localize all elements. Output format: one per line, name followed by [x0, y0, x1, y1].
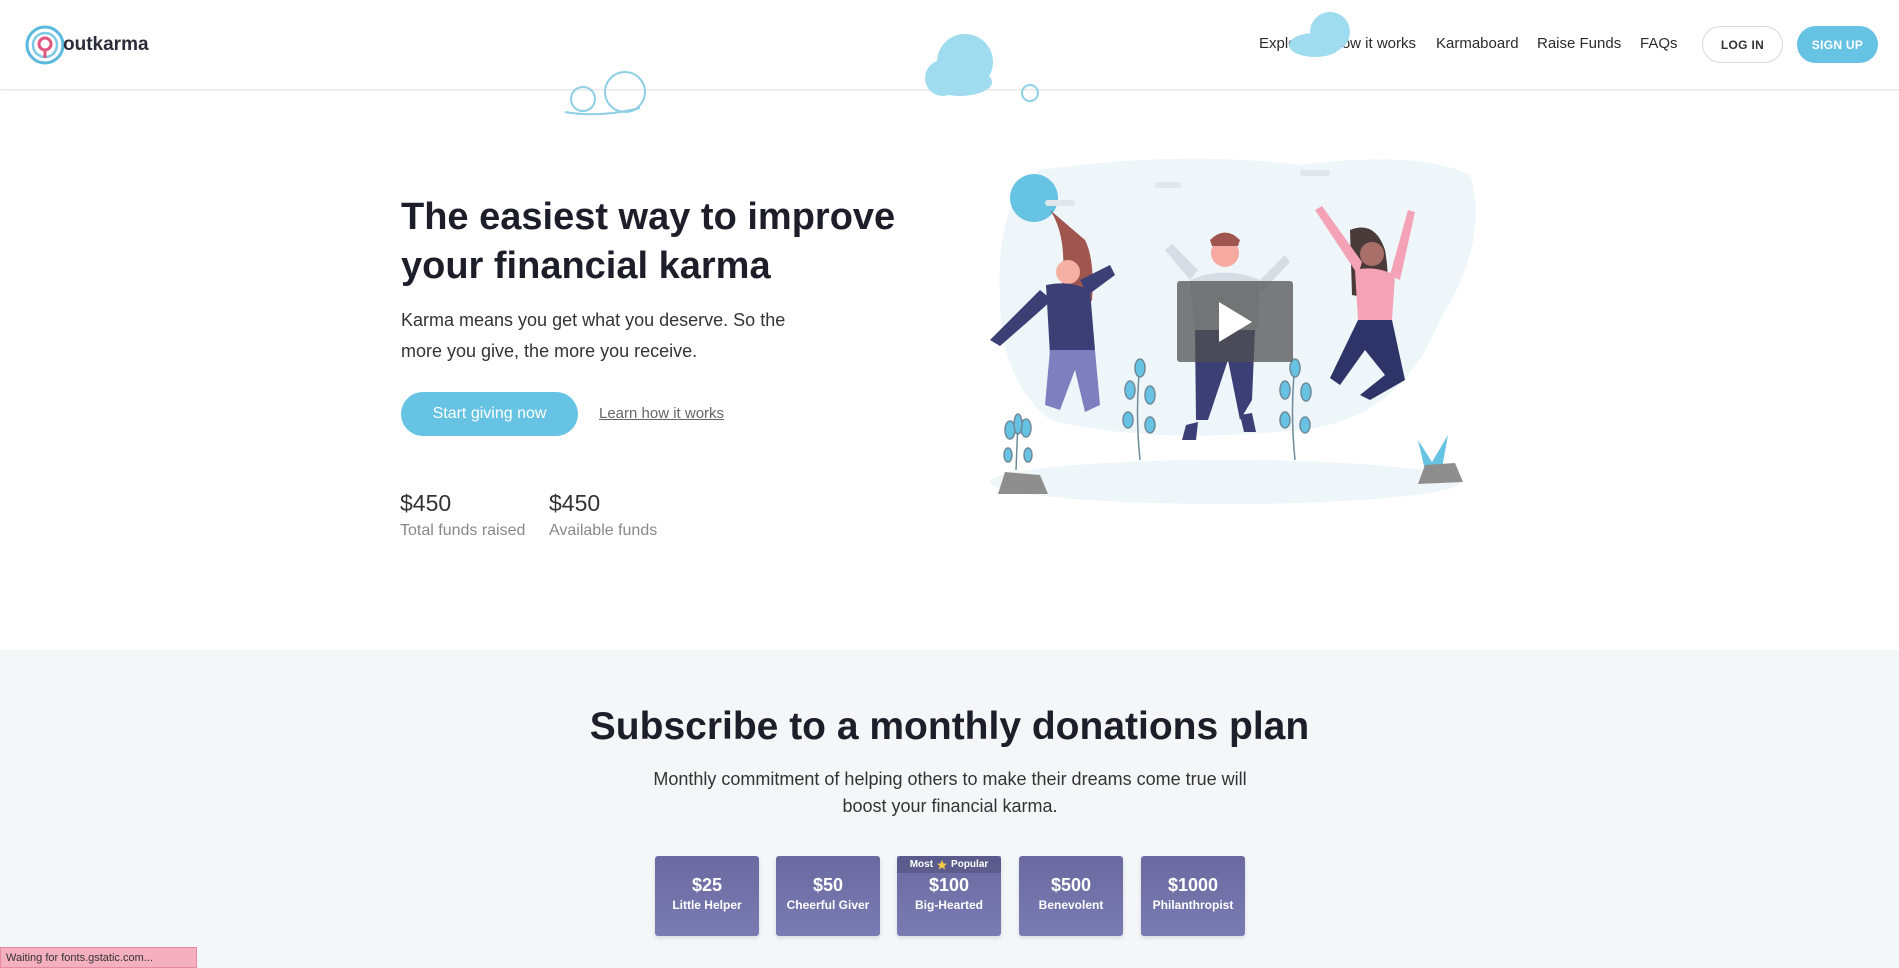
plan-card-500[interactable]: $500 Benevolent [1019, 856, 1123, 936]
subscribe-title: Subscribe to a monthly donations plan [589, 705, 1310, 748]
plan-name: Big-Hearted [914, 898, 983, 912]
plan-amount: $1000 [1167, 875, 1219, 895]
hero-title-line2: your financial karma [401, 245, 771, 287]
plan-name: Cheerful Giver [786, 898, 870, 912]
plan-card-50[interactable]: $50 Cheerful Giver [776, 856, 880, 936]
start-giving-button[interactable]: Start giving now [401, 392, 578, 436]
stat-value: $450 [400, 490, 452, 516]
plan-name: Benevolent [1038, 898, 1104, 912]
plant-center [1122, 358, 1312, 461]
most-popular-badge: Most Popular [897, 856, 1001, 873]
nav-raise-funds[interactable]: Raise Funds [1537, 35, 1621, 52]
stat-available-funds: $450 Available funds [549, 490, 657, 540]
stat-label: Total funds raised [400, 522, 526, 539]
signup-button[interactable]: SIGN UP [1797, 26, 1878, 63]
plan-name: Philanthropist [1152, 898, 1234, 912]
hero-subtitle: Karma means you get what you deserve. So… [401, 305, 821, 367]
stat-label: Available funds [549, 522, 658, 539]
plan-card-1000[interactable]: $1000 Philanthropist [1141, 856, 1245, 936]
subscribe-desc-line1: Monthly commitment of helping others to … [653, 769, 1247, 789]
stat-total-funds: $450 Total funds raised [400, 490, 525, 540]
stat-value: $450 [549, 490, 601, 516]
site-header: outkarma Explore How it works Karmaboard… [0, 0, 1899, 90]
login-button[interactable]: LOG IN [1702, 26, 1783, 63]
badge-text-right: Popular [951, 859, 989, 870]
hero-title: The easiest way to improve your financia… [401, 193, 921, 291]
plan-card-100[interactable]: Most Popular $100 Big-Hearted [897, 856, 1001, 936]
star-icon [937, 859, 948, 869]
badge-text-left: Most [909, 859, 934, 870]
nav-explore[interactable]: Explore [1259, 35, 1310, 52]
plan-amount: $50 [812, 875, 844, 895]
hero-title-line1: The easiest way to improve [401, 196, 896, 238]
plant-left [1003, 413, 1033, 471]
nav-karmaboard[interactable]: Karmaboard [1436, 35, 1519, 52]
person-right [1315, 206, 1415, 400]
rock-left [998, 472, 1048, 494]
ground-shadow [990, 460, 1460, 504]
nav-faqs[interactable]: FAQs [1640, 35, 1678, 52]
nav-how-it-works[interactable]: How it works [1331, 35, 1416, 52]
plan-amount: $25 [691, 875, 723, 895]
plan-name: Little Helper [672, 898, 742, 912]
subscribe-description: Monthly commitment of helping others to … [640, 766, 1260, 820]
hero-subtitle-line1: Karma means you get what you deserve. So… [401, 310, 786, 330]
sun-circle [1010, 174, 1058, 222]
plan-amount: $500 [1050, 875, 1092, 895]
browser-status-bar: Waiting for fonts.gstatic.com... [0, 947, 197, 968]
rock-right [1418, 463, 1463, 484]
plant-right [1418, 435, 1448, 470]
person-left [990, 210, 1115, 412]
subscribe-desc-line2: boost your financial karma. [842, 796, 1058, 816]
plan-amount: $100 [928, 875, 970, 895]
hero-subtitle-line2: more you give, the more you receive. [401, 341, 698, 361]
main-nav: Explore How it works Karmaboard Raise Fu… [0, 35, 1899, 55]
subscribe-section: Subscribe to a monthly donations plan Mo… [0, 650, 1899, 968]
plan-card-25[interactable]: $25 Little Helper [655, 856, 759, 936]
play-icon [1219, 301, 1252, 342]
video-play-button[interactable] [1177, 281, 1293, 362]
learn-how-link[interactable]: Learn how it works [599, 405, 724, 422]
